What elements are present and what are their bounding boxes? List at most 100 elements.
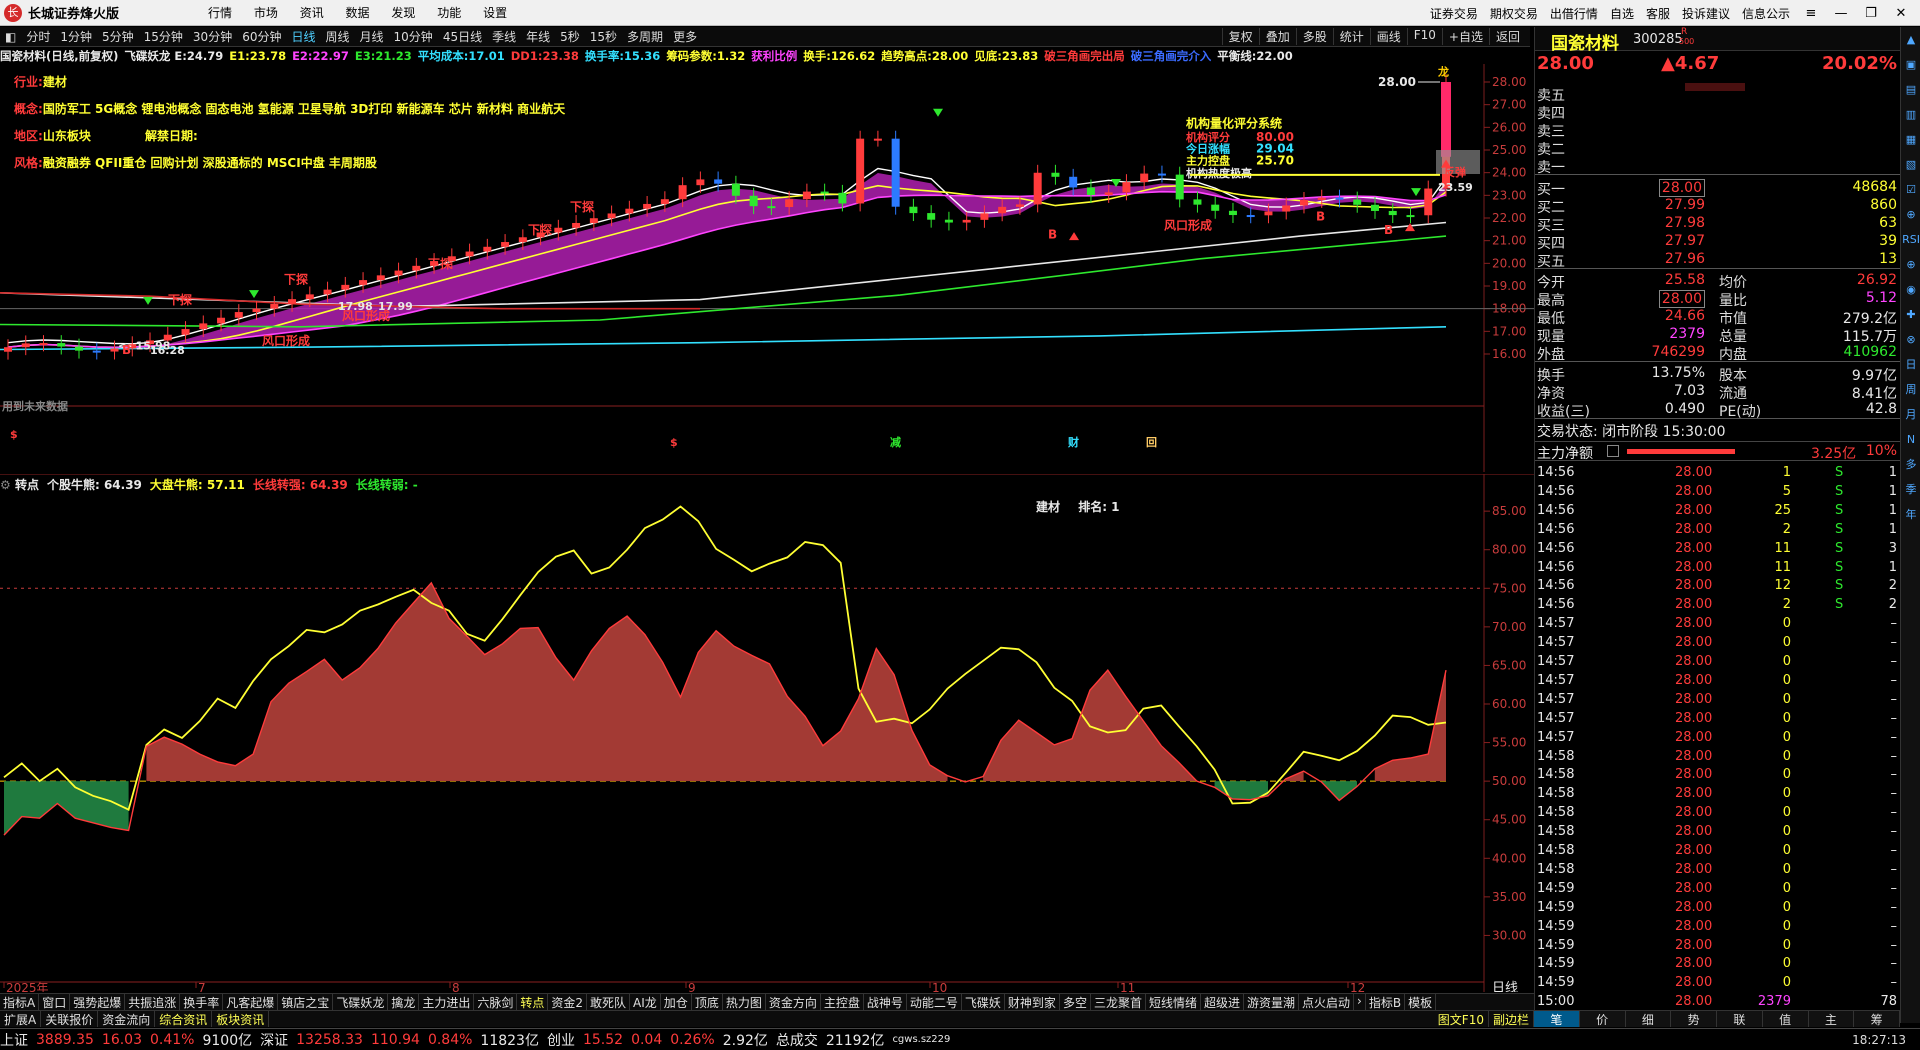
indicator-tab[interactable]: 游资量潮 <box>1244 994 1300 1010</box>
indicator-tab[interactable]: 热力图 <box>723 994 766 1010</box>
indicator-tab[interactable]: 顶底 <box>692 994 723 1010</box>
bid-row[interactable]: 买三 27.98 63 <box>1535 215 1901 234</box>
window-menu-icon[interactable]: ≡ <box>1796 6 1826 21</box>
indicator-tab[interactable]: 飞碟妖 <box>962 994 1005 1010</box>
indicator-tab[interactable]: › <box>1354 994 1366 1010</box>
link-service[interactable]: 客服 <box>1646 5 1670 22</box>
indicator-tab[interactable]: 动能二号 <box>907 994 962 1010</box>
tool-adjust[interactable]: 复权 <box>1221 28 1259 45</box>
extension-right-tab[interactable]: 图文F10 <box>1434 1011 1489 1027</box>
main-kline-chart[interactable]: 28.00 27.00 26.00 25.00 24.00 23.00 22.00 21.00… <box>0 64 1534 472</box>
period-tab[interactable]: 1分钟 <box>55 28 97 45</box>
tool-back[interactable]: 返回 <box>1488 28 1526 45</box>
indicator-tab[interactable]: 资金2 <box>548 994 588 1010</box>
side-tool-icon[interactable]: 日 <box>1901 352 1920 377</box>
side-tool-icon[interactable]: ▣ <box>1901 52 1920 77</box>
period-tab-active[interactable]: 日线 <box>286 28 320 45</box>
side-tool-icon[interactable]: N <box>1901 427 1920 452</box>
side-tool-icon[interactable]: ⊕ <box>1901 202 1920 227</box>
indicator-tab[interactable]: 主力进出 <box>419 994 475 1010</box>
indicator-tab[interactable]: 凡客起爆 <box>223 994 279 1010</box>
indicator-tab[interactable]: 飞碟妖龙 <box>333 994 389 1010</box>
close-icon[interactable]: ✕ <box>1886 6 1916 21</box>
tool-overlay[interactable]: 叠加 <box>1258 28 1296 45</box>
link-options-trade[interactable]: 期权交易 <box>1490 5 1538 22</box>
ask-row[interactable]: 卖五 <box>1535 85 1901 104</box>
menu-item-functions[interactable]: 功能 <box>437 6 461 20</box>
extension-right-tab[interactable]: 副边栏 <box>1489 1011 1534 1027</box>
period-tab[interactable]: 季线 <box>487 28 521 45</box>
extension-tab[interactable]: 综合资讯 <box>155 1011 213 1027</box>
bid-row[interactable]: 买五 27.96 13 <box>1535 251 1901 270</box>
indicator-tab[interactable]: 换手率 <box>180 994 224 1010</box>
ask-row[interactable]: 卖三 <box>1535 121 1901 140</box>
tool-add-watchlist[interactable]: +自选 <box>1441 28 1489 45</box>
period-tab[interactable]: 多周期 <box>622 28 668 45</box>
indicator-tab[interactable]: 资金方向 <box>766 994 821 1010</box>
indicator-tab[interactable]: 镇店之宝 <box>278 994 334 1010</box>
link-lend-quotes[interactable]: 出借行情 <box>1550 5 1598 22</box>
main-net-toggle-icon[interactable] <box>1607 445 1619 457</box>
indicator-tab[interactable]: 敢死队 <box>587 994 631 1010</box>
indicator-tab[interactable]: 窗口 <box>39 994 71 1010</box>
tool-f10[interactable]: F10 <box>1406 28 1442 45</box>
indicator-tab[interactable]: 模板 <box>1405 994 1437 1010</box>
menu-item-settings[interactable]: 设置 <box>483 6 507 20</box>
side-tool-icon[interactable]: 季 <box>1901 477 1920 502</box>
bid-row[interactable]: 买一 28.00 48684 <box>1535 179 1901 198</box>
indicator-tab[interactable]: 指标B <box>1366 994 1406 1010</box>
period-tab[interactable]: 月线 <box>355 28 389 45</box>
side-tool-icon[interactable]: 周 <box>1901 377 1920 402</box>
indicator-tab[interactable]: 转点 <box>517 994 549 1010</box>
indicator-tab[interactable]: 擒龙 <box>388 994 420 1010</box>
menu-item-market[interactable]: 市场 <box>254 6 278 20</box>
sub-settings-icon[interactable]: ⚙ <box>0 478 11 492</box>
side-tool-icon[interactable]: ⊗ <box>1901 327 1920 352</box>
tool-multi-stock[interactable]: 多股 <box>1295 28 1333 45</box>
extension-tab[interactable]: 资金流向 <box>98 1011 156 1027</box>
period-tab[interactable]: 10分钟 <box>389 28 438 45</box>
quote-tab[interactable]: 势 <box>1671 1011 1717 1027</box>
side-tool-icon[interactable]: ▤ <box>1901 77 1920 102</box>
sub-indicator-chart[interactable]: 85.00 80.00 75.00 70.00 65.00 60.00 55.00 50.00… <box>0 474 1534 992</box>
quote-tab[interactable]: 筹 <box>1854 1011 1900 1027</box>
period-tab[interactable]: 周线 <box>321 28 355 45</box>
period-more[interactable]: 更多 <box>668 28 702 45</box>
side-tool-icon[interactable]: ▦ <box>1901 127 1920 152</box>
minimize-icon[interactable]: — <box>1826 6 1856 21</box>
tool-stats[interactable]: 统计 <box>1332 28 1370 45</box>
bid-row[interactable]: 买四 27.97 39 <box>1535 233 1901 252</box>
indicator-tab[interactable]: 短线情绪 <box>1146 994 1201 1010</box>
side-tool-icon[interactable]: RSI <box>1901 227 1920 252</box>
period-tab[interactable]: 5秒 <box>555 28 585 45</box>
side-tool-icon[interactable]: ☑ <box>1901 177 1920 202</box>
link-watchlist[interactable]: 自选 <box>1610 5 1634 22</box>
side-tool-icon[interactable]: ▧ <box>1901 152 1920 177</box>
period-tab[interactable]: 15秒 <box>585 28 622 45</box>
indicator-tab[interactable]: 财神到家 <box>1005 994 1060 1010</box>
link-securities-trade[interactable]: 证券交易 <box>1430 5 1478 22</box>
side-tool-icon[interactable]: ◉ <box>1901 277 1920 302</box>
side-tool-icon[interactable]: 年 <box>1901 502 1920 527</box>
side-tool-icon[interactable]: ⊕ <box>1901 252 1920 277</box>
indicator-tab[interactable]: 六脉剑 <box>474 994 518 1010</box>
side-tool-icon[interactable]: ▥ <box>1901 102 1920 127</box>
bid-row[interactable]: 买二 27.99 860 <box>1535 197 1901 216</box>
quote-tab[interactable]: 细 <box>1626 1011 1672 1027</box>
menu-item-data[interactable]: 数据 <box>346 6 370 20</box>
indicator-tab[interactable]: 主控盘 <box>821 994 864 1010</box>
menu-item-discover[interactable]: 发现 <box>391 6 415 20</box>
extension-tab[interactable]: 关联报价 <box>41 1011 99 1027</box>
quote-tab[interactable]: 价 <box>1580 1011 1626 1027</box>
indicator-tab[interactable]: 三龙聚首 <box>1091 994 1146 1010</box>
ask-row[interactable]: 卖一 <box>1535 157 1901 176</box>
period-tab[interactable]: 30分钟 <box>188 28 237 45</box>
menu-item-quotes[interactable]: 行情 <box>208 6 232 20</box>
quote-tab[interactable]: 笔 <box>1534 1011 1580 1027</box>
indicator-tab[interactable]: 超级进 <box>1201 994 1244 1010</box>
period-tab[interactable]: 5分钟 <box>97 28 139 45</box>
side-tool-icon[interactable]: ✚ <box>1901 302 1920 327</box>
tool-draw[interactable]: 画线 <box>1369 28 1407 45</box>
maximize-icon[interactable]: ❐ <box>1856 6 1886 21</box>
indicator-tab[interactable]: 多空 <box>1060 994 1091 1010</box>
